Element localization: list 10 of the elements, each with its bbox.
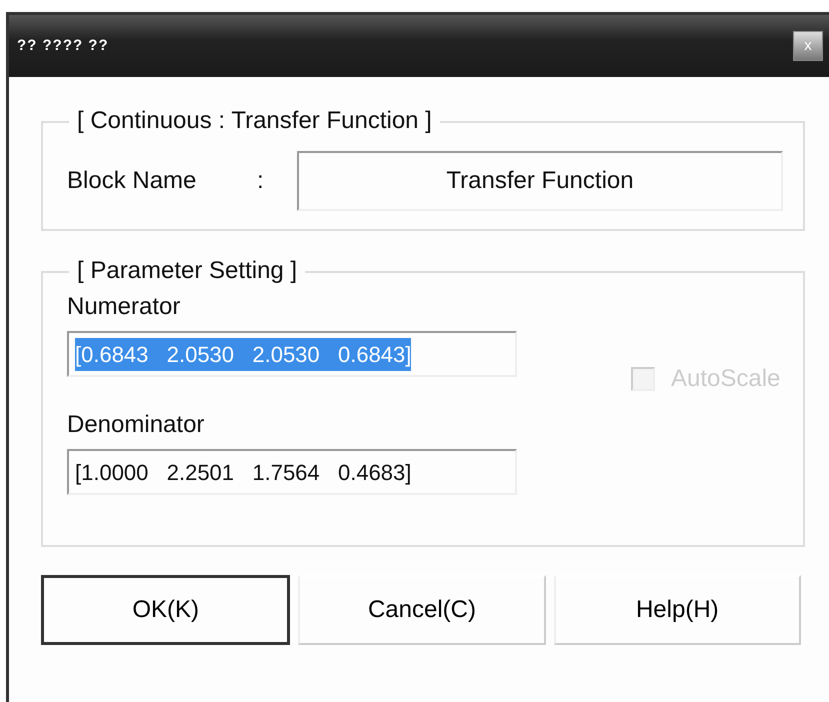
block-name-label: Block Name <box>67 166 198 196</box>
separator-text: : <box>257 166 265 196</box>
dialog-button[interactable]: Help(H) <box>554 575 801 645</box>
window-title: ?? ???? ?? <box>17 36 109 56</box>
dialog-button[interactable]: Cancel(C) <box>298 575 546 645</box>
dialog-button[interactable]: OK(K) <box>41 575 290 645</box>
field-label: Denominator <box>67 410 206 440</box>
input-field[interactable]: [1.0000 2.2501 1.7564 0.4683] <box>67 449 517 495</box>
block-name-field[interactable]: Transfer Function <box>297 151 783 211</box>
field-label: Numerator <box>67 292 182 322</box>
